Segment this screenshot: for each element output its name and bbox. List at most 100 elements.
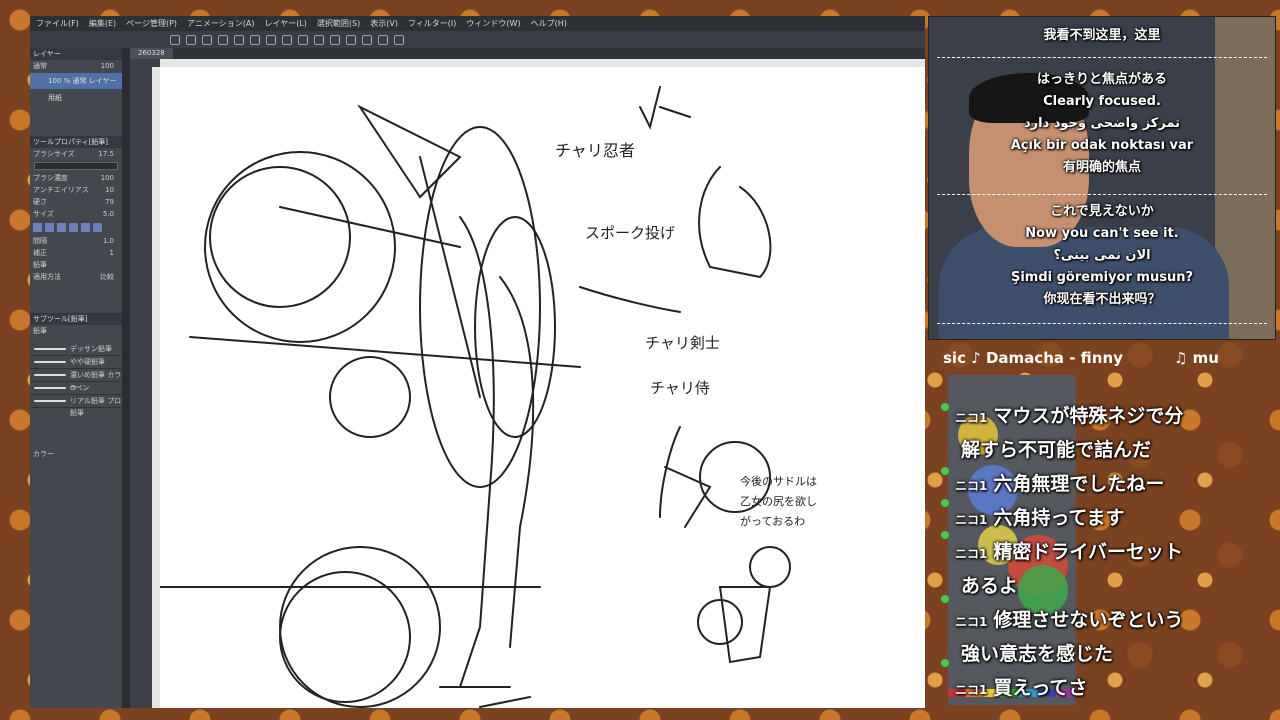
color-select-row[interactable]: カラー xyxy=(30,448,122,460)
canvas-tab[interactable]: 260328 xyxy=(130,48,173,59)
comment-text: 六角持ってます xyxy=(993,507,1125,529)
transform-icon[interactable] xyxy=(266,34,276,45)
menu-filter[interactable]: フィルター(I) xyxy=(408,16,456,31)
comment-list: ニコ1 マウスが特殊ネジで分 解すら不可能で詰んだ ニコ1 六角無理でしたねー ニコ… xyxy=(955,400,1255,706)
apply-mode-row[interactable]: 適用方法 比較 xyxy=(30,271,122,283)
blend-mode-select[interactable]: 通常 xyxy=(33,60,47,72)
selection-eraser-icon[interactable] xyxy=(346,34,356,45)
undo-icon[interactable] xyxy=(218,34,228,45)
subtitle-line: Now you can't see it. xyxy=(1025,226,1179,241)
comment-text: 六角無理でしたねー xyxy=(993,473,1165,495)
selection-pen-icon[interactable] xyxy=(330,34,340,45)
comment-text: 精密ドライバーセット xyxy=(993,541,1183,563)
menu-selection[interactable]: 選択範囲(S) xyxy=(317,16,360,31)
anti-alias-label: アンチエイリアス xyxy=(33,186,89,194)
comment-text: マウスが特殊ネジで分 xyxy=(993,405,1184,427)
menu-animation[interactable]: アニメーション(A) xyxy=(187,16,254,31)
hardness-label: 硬さ xyxy=(33,198,47,206)
layer-item-active[interactable]: 100 % 通常 レイヤー xyxy=(30,73,122,89)
clip-studio-window: ファイル(F) 編集(E) ページ管理(P) アニメーション(A) レイヤー(L… xyxy=(30,16,925,708)
hardness-row[interactable]: 硬さ 79 xyxy=(30,196,122,208)
brush-size-label: ブラシサイズ xyxy=(33,150,75,158)
comment-status-dot xyxy=(941,403,949,411)
ruler-vertical xyxy=(152,67,160,708)
comment-status-dot xyxy=(941,659,949,667)
size-value[interactable]: 5.0 xyxy=(103,208,114,220)
brush-size-row[interactable]: ブラシサイズ 17.5 xyxy=(30,148,122,160)
clear-icon[interactable] xyxy=(250,34,260,45)
webcam-overlay: 我看不到这里，这里 はっきりと焦点がある Clearly focused. تم… xyxy=(928,16,1276,340)
brush-item[interactable]: Gペン xyxy=(30,382,122,395)
menu-view[interactable]: 表示(V) xyxy=(370,16,398,31)
sketch-note-samurai: チャリ侍 xyxy=(650,379,710,397)
comment-item: ニコ1 精密ドライバーセット xyxy=(955,536,1255,570)
brush-item[interactable]: リアル鉛筆 プロ鉛筆 xyxy=(30,395,122,417)
menu-layer[interactable]: レイヤー(L) xyxy=(264,16,306,31)
size-row[interactable]: サイズ 5.0 xyxy=(30,208,122,220)
opacity-value[interactable]: 100 xyxy=(101,60,114,72)
menu-page[interactable]: ページ管理(P) xyxy=(126,16,177,31)
sketch-note-swordsman: チャリ剣士 xyxy=(645,334,720,352)
comment-status-dot xyxy=(941,595,949,603)
panel-divider[interactable] xyxy=(122,48,130,708)
layer-item-paper[interactable]: 用紙 xyxy=(30,90,122,106)
stabilization-row[interactable]: 補正 1 xyxy=(30,247,122,259)
invert-selection-icon[interactable] xyxy=(314,34,324,45)
texture-swatches[interactable] xyxy=(30,220,122,235)
drawing-canvas[interactable]: チャリ忍者 スポーク投げ チャリ剣士 チャリ侍 今後のサドルは 乙女の尻を欲し … xyxy=(160,67,925,708)
comment-status-dot xyxy=(941,531,949,539)
brush-density-value[interactable]: 100 xyxy=(101,172,114,184)
blend-mode-row[interactable]: 通常 100 xyxy=(30,60,122,72)
crop-icon[interactable] xyxy=(282,34,292,45)
subtitle-divider xyxy=(937,194,1267,195)
apply-mode-value[interactable]: 比較 xyxy=(100,271,114,283)
music-ticker-text-next: ♫ mu xyxy=(1174,349,1219,367)
menu-file[interactable]: ファイル(F) xyxy=(36,16,79,31)
open-icon[interactable] xyxy=(186,34,196,45)
comment-badge: ニコ1 xyxy=(955,513,988,527)
comment-text: 解すら不可能で詰んだ xyxy=(961,439,1152,461)
save-icon[interactable] xyxy=(202,34,212,45)
brush-density-label: ブラシ濃度 xyxy=(33,174,68,182)
anti-alias-value[interactable]: 10 xyxy=(105,184,114,196)
subtitle-block-2: これで見えないか Now you can't see it. الان نمی … xyxy=(929,201,1275,311)
comment-status-dot xyxy=(941,499,949,507)
spacing-label: 間隔 xyxy=(33,237,47,245)
brush-size-slider[interactable] xyxy=(34,162,118,170)
menu-help[interactable]: ヘルプ(H) xyxy=(531,16,567,31)
sketch-note-line: 乙女の尻を欲し xyxy=(740,495,817,508)
snap-icon[interactable] xyxy=(378,34,388,45)
anti-alias-row[interactable]: アンチエイリアス 10 xyxy=(30,184,122,196)
help-icon[interactable] xyxy=(394,34,404,45)
brush-item[interactable]: デッサン鉛筆 xyxy=(30,343,122,356)
comment-text: 強い意志を感じた xyxy=(961,643,1114,665)
brush-item[interactable]: やや硬鉛筆 xyxy=(30,356,122,369)
fill-icon[interactable] xyxy=(362,34,372,45)
comment-badge: ニコ1 xyxy=(955,479,988,493)
stabilization-value[interactable]: 1 xyxy=(110,247,114,259)
subtitle-line: 有明确的焦点 xyxy=(1062,160,1141,175)
menu-window[interactable]: ウィンドウ(W) xyxy=(466,16,520,31)
menu-edit[interactable]: 編集(E) xyxy=(89,16,116,31)
hardness-value[interactable]: 79 xyxy=(105,196,114,208)
sub-tool-tab-pencil[interactable]: 鉛筆 xyxy=(33,325,47,337)
comment-badge: ニコ1 xyxy=(955,547,988,561)
sketch-drawing xyxy=(160,86,791,708)
spacing-row[interactable]: 間隔 1.0 xyxy=(30,235,122,247)
comment-text: あるよ xyxy=(961,575,1019,597)
brush-item[interactable]: 濃いめ鉛筆 カラー xyxy=(30,369,122,391)
command-bar xyxy=(30,31,925,48)
comment-text: 修理させないぞという xyxy=(993,609,1184,631)
comment-text: 買えってさ xyxy=(993,677,1088,699)
redo-icon[interactable] xyxy=(234,34,244,45)
brush-density-row[interactable]: ブラシ濃度 100 xyxy=(30,172,122,184)
spacing-value[interactable]: 1.0 xyxy=(103,235,114,247)
sub-tool-tab[interactable]: 鉛筆 xyxy=(30,325,122,337)
tool-property-header: ツールプロパティ[鉛筆] xyxy=(30,136,122,148)
pencil-button[interactable]: 鉛筆 xyxy=(33,259,47,271)
brush-size-value[interactable]: 17.5 xyxy=(98,148,114,160)
pencil-button-row[interactable]: 鉛筆 xyxy=(30,259,122,271)
deselect-icon[interactable] xyxy=(298,34,308,45)
color-select[interactable]: カラー xyxy=(33,448,54,460)
new-file-icon[interactable] xyxy=(170,34,180,45)
